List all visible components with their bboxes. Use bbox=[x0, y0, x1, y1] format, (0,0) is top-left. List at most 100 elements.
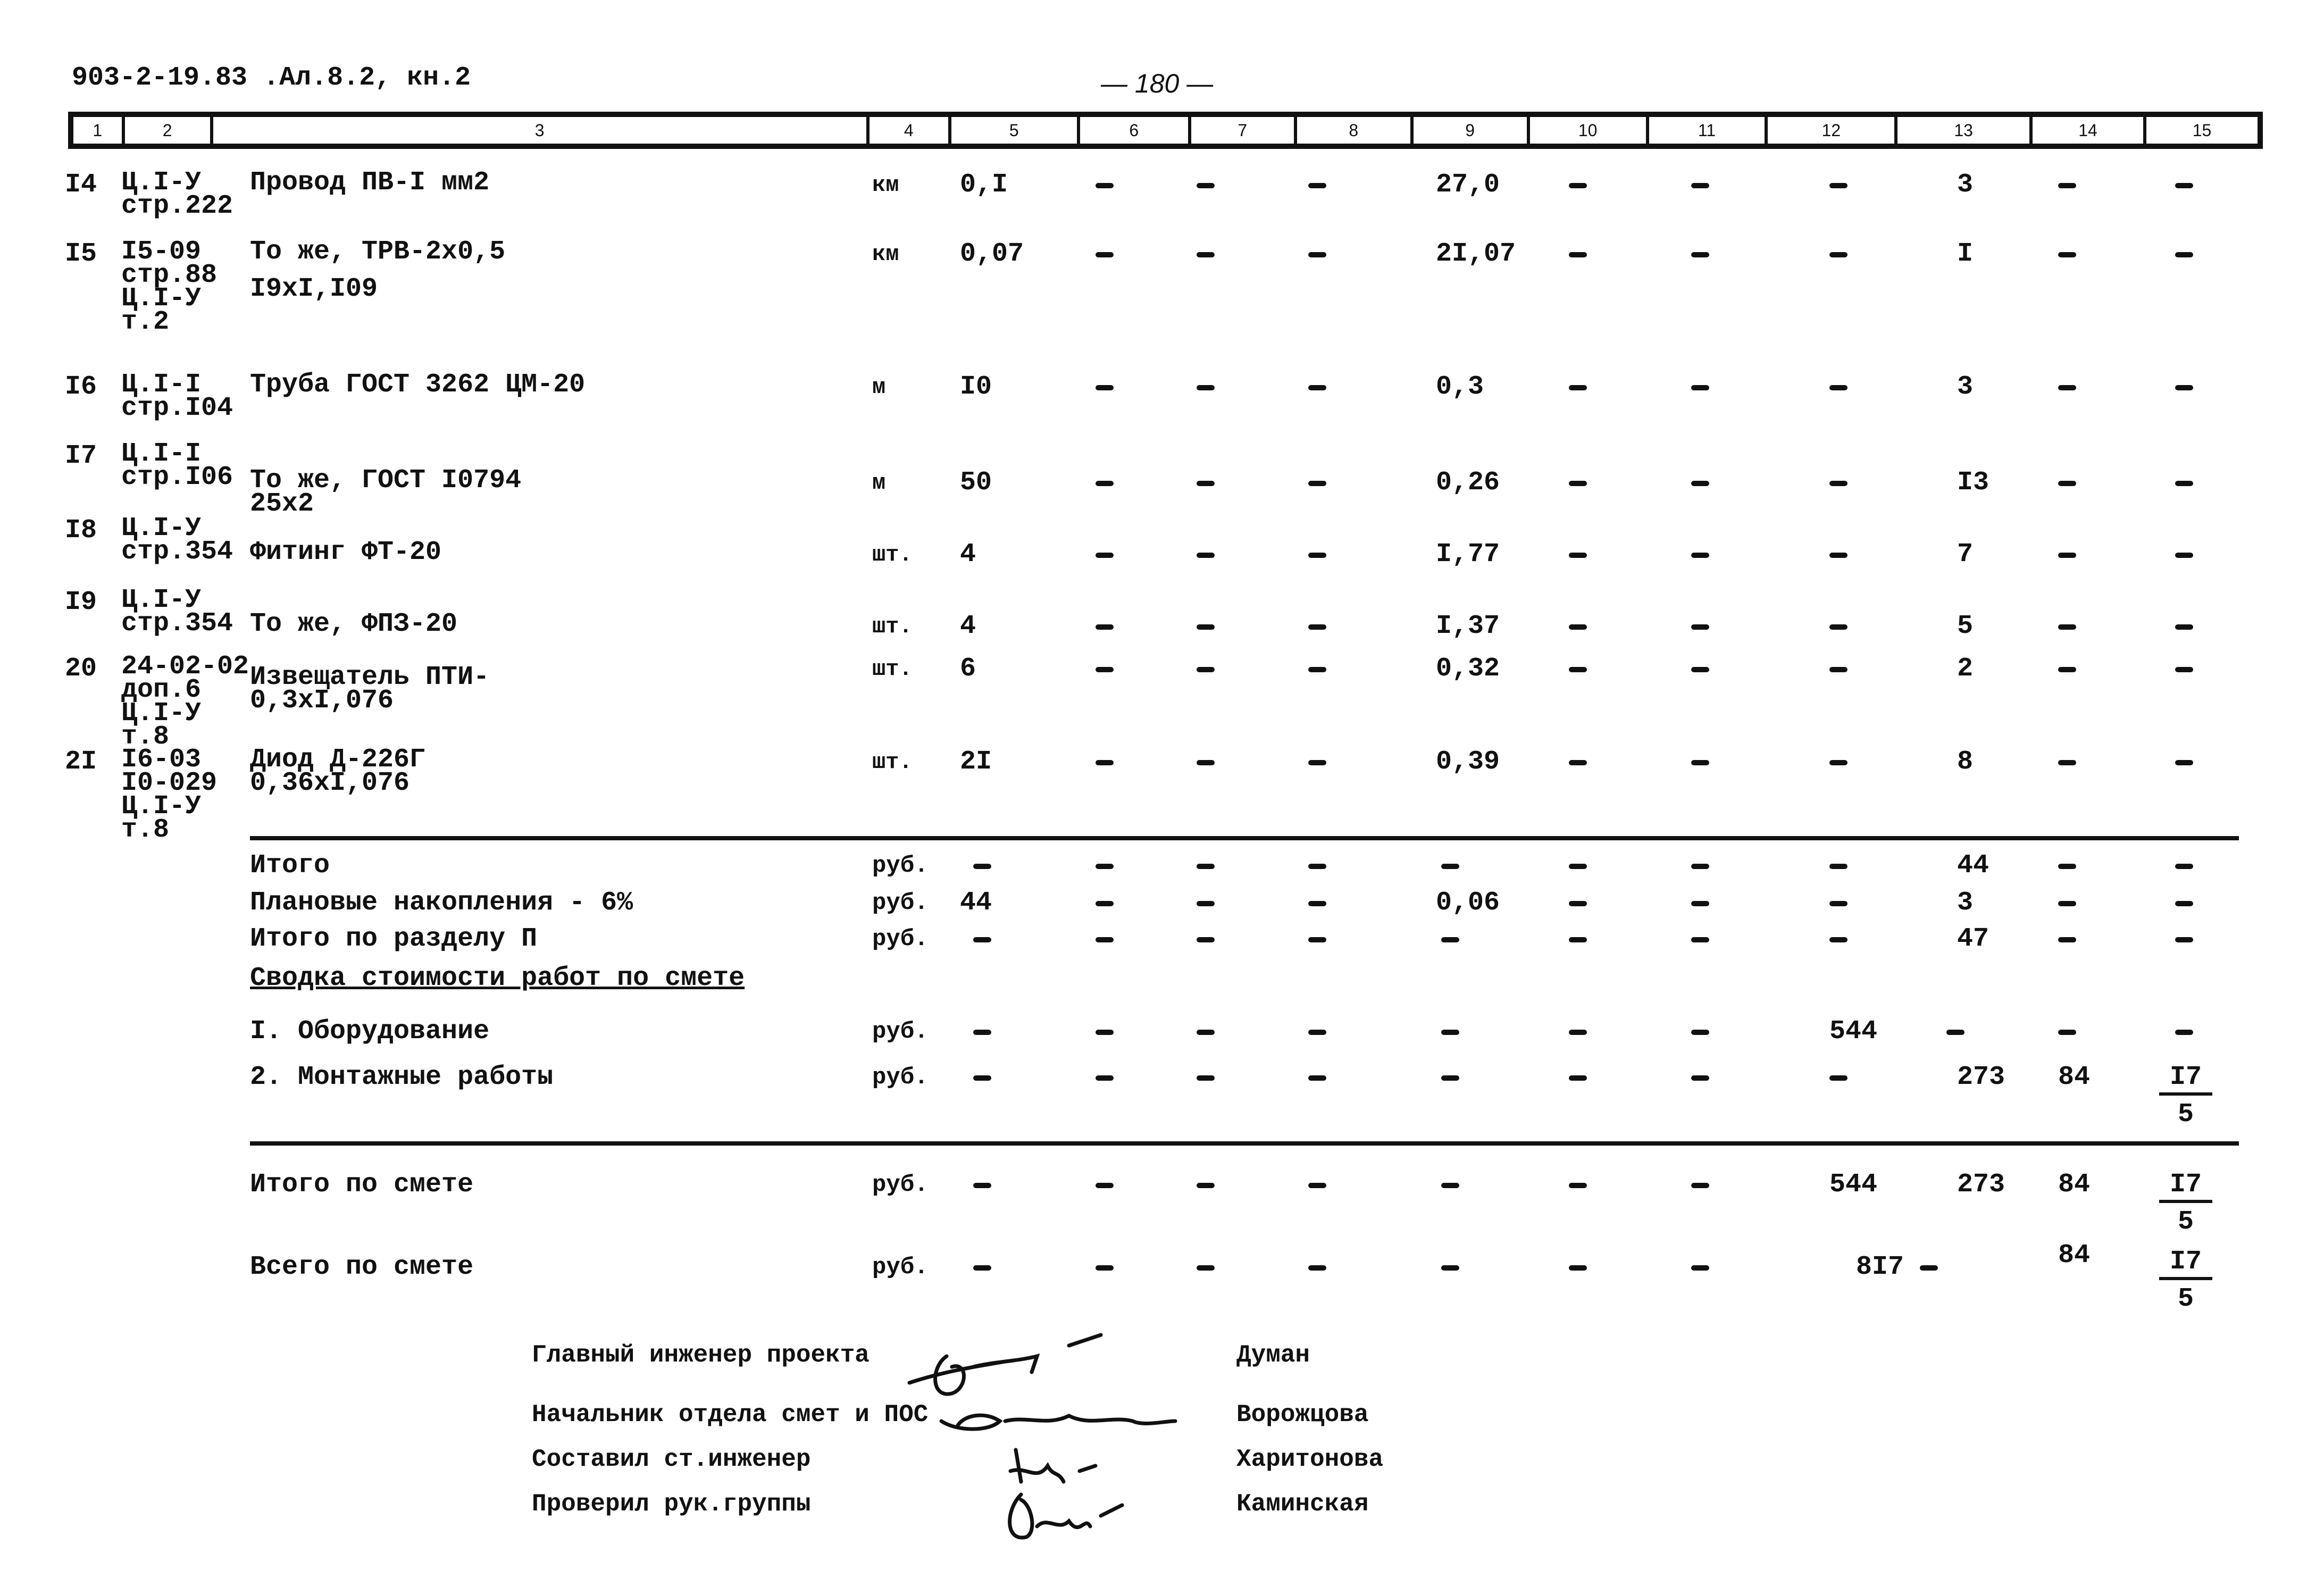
row-reference: стр.I04 bbox=[121, 393, 233, 423]
empty-cell-dash bbox=[2175, 937, 2193, 942]
cell-c12: 544 bbox=[1829, 1170, 1878, 1200]
empty-cell-dash bbox=[1691, 553, 1709, 558]
signature-role: Начальник отдела смет и ПОС bbox=[532, 1401, 929, 1429]
empty-cell-dash bbox=[1096, 901, 1114, 906]
cell-c13: 3 bbox=[1957, 888, 1974, 918]
row-description: 0,3хI,076 bbox=[250, 686, 394, 716]
divider-line bbox=[250, 1141, 2239, 1146]
empty-cell-dash bbox=[1096, 385, 1114, 390]
row-description: Труба ГОСТ 3262 ЦМ-20 bbox=[250, 370, 586, 400]
cell-c5: 4 bbox=[960, 539, 976, 570]
cell-c14: 84 bbox=[2058, 1170, 2091, 1200]
col-header-2: 2 bbox=[125, 117, 213, 144]
empty-cell-dash bbox=[2058, 760, 2076, 765]
fraction-numerator: I7 bbox=[2159, 1063, 2212, 1096]
row-unit: м bbox=[872, 470, 886, 496]
col-header-3: 3 bbox=[213, 117, 870, 144]
cell-c9: 0,3 bbox=[1436, 372, 1484, 402]
empty-cell-dash bbox=[1441, 1183, 1459, 1188]
fraction-value: I7 5 bbox=[2159, 1063, 2212, 1130]
row-number: 2I bbox=[65, 747, 97, 777]
empty-cell-dash bbox=[1829, 1075, 1848, 1081]
empty-cell-dash bbox=[1829, 864, 1848, 869]
cell-c9: 0,32 bbox=[1436, 654, 1500, 684]
empty-cell-dash bbox=[1308, 1183, 1326, 1188]
empty-cell-dash bbox=[973, 864, 991, 869]
empty-cell-dash bbox=[1569, 183, 1587, 188]
row-number: I5 bbox=[65, 239, 97, 269]
empty-cell-dash bbox=[1691, 481, 1709, 486]
empty-cell-dash bbox=[1197, 1075, 1215, 1081]
empty-cell-dash bbox=[1096, 183, 1114, 188]
empty-cell-dash bbox=[2175, 385, 2193, 390]
empty-cell-dash bbox=[1096, 667, 1114, 672]
empty-cell-dash bbox=[2058, 624, 2076, 630]
empty-cell-dash bbox=[1308, 760, 1326, 765]
signature-name: Думан bbox=[1236, 1341, 1310, 1369]
empty-cell-dash bbox=[1569, 481, 1587, 486]
empty-cell-dash bbox=[1308, 481, 1326, 486]
empty-cell-dash bbox=[1829, 553, 1848, 558]
col-header-15: 15 bbox=[2192, 120, 2212, 140]
totals-unit: руб. bbox=[872, 853, 929, 879]
signature-role: Проверил рук.группы bbox=[532, 1490, 811, 1518]
cell-c13: 47 bbox=[1957, 924, 1989, 954]
empty-cell-dash bbox=[1691, 1183, 1709, 1188]
empty-cell-dash bbox=[1308, 667, 1326, 672]
cell-c12: 8I7 bbox=[1856, 1252, 1904, 1282]
empty-cell-dash bbox=[1096, 481, 1114, 486]
cell-c9: 27,0 bbox=[1436, 170, 1500, 200]
col-header-6: 6 bbox=[1080, 117, 1191, 144]
empty-cell-dash bbox=[1829, 667, 1848, 672]
empty-cell-dash bbox=[1691, 864, 1709, 869]
totals-label: Итого bbox=[250, 850, 330, 881]
empty-cell-dash bbox=[1569, 624, 1587, 630]
empty-cell-dash bbox=[1096, 553, 1114, 558]
empty-cell-dash bbox=[1096, 1183, 1114, 1188]
row-description: То же, ТРВ-2х0,5 bbox=[250, 237, 506, 267]
col-header-10: 10 bbox=[1530, 117, 1649, 144]
empty-cell-dash bbox=[1829, 937, 1848, 942]
row-number: I6 bbox=[65, 372, 97, 402]
fraction-numerator: I7 bbox=[2159, 1247, 2212, 1280]
empty-cell-dash bbox=[1197, 901, 1215, 906]
empty-cell-dash bbox=[1096, 252, 1114, 257]
cell-c5: 50 bbox=[960, 467, 992, 498]
cell-c5: 44 bbox=[960, 888, 992, 918]
empty-cell-dash bbox=[2175, 667, 2193, 672]
empty-cell-dash bbox=[1569, 667, 1587, 672]
signature-name: Ворожцова bbox=[1236, 1401, 1369, 1429]
row-unit: шт. bbox=[872, 656, 913, 682]
cell-c13: 3 bbox=[1957, 170, 1974, 200]
grand-total-unit: руб. bbox=[872, 1254, 929, 1281]
cell-c13: 2 bbox=[1957, 654, 1974, 684]
empty-cell-dash bbox=[1308, 1030, 1326, 1035]
cell-c5: 2I bbox=[960, 747, 992, 777]
empty-cell-dash bbox=[1829, 385, 1848, 390]
empty-cell-dash bbox=[2058, 667, 2076, 672]
empty-cell-dash bbox=[973, 1265, 991, 1271]
row-reference: стр.354 bbox=[121, 537, 233, 567]
col-header-12: 12 bbox=[1768, 117, 1898, 144]
empty-cell-dash bbox=[2058, 385, 2076, 390]
empty-cell-dash bbox=[1308, 183, 1326, 188]
empty-cell-dash bbox=[1308, 901, 1326, 906]
empty-cell-dash bbox=[1197, 760, 1215, 765]
empty-cell-dash bbox=[1197, 1030, 1215, 1035]
empty-cell-dash bbox=[1096, 760, 1114, 765]
empty-cell-dash bbox=[1308, 1075, 1326, 1081]
col-header-8: 8 bbox=[1297, 117, 1414, 144]
empty-cell-dash bbox=[1308, 624, 1326, 630]
row-number: I4 bbox=[65, 170, 97, 200]
empty-cell-dash bbox=[1569, 760, 1587, 765]
empty-cell-dash bbox=[1441, 1265, 1459, 1271]
empty-cell-dash bbox=[1569, 1265, 1587, 1271]
row-description: 25х2 bbox=[250, 489, 314, 519]
empty-cell-dash bbox=[2175, 760, 2193, 765]
empty-cell-dash bbox=[1691, 901, 1709, 906]
empty-cell-dash bbox=[2058, 864, 2076, 869]
empty-cell-dash bbox=[1197, 252, 1215, 257]
empty-cell-dash bbox=[973, 1183, 991, 1188]
row-description: 0,36хI,076 bbox=[250, 768, 410, 798]
cell-c13: I bbox=[1957, 239, 1974, 269]
